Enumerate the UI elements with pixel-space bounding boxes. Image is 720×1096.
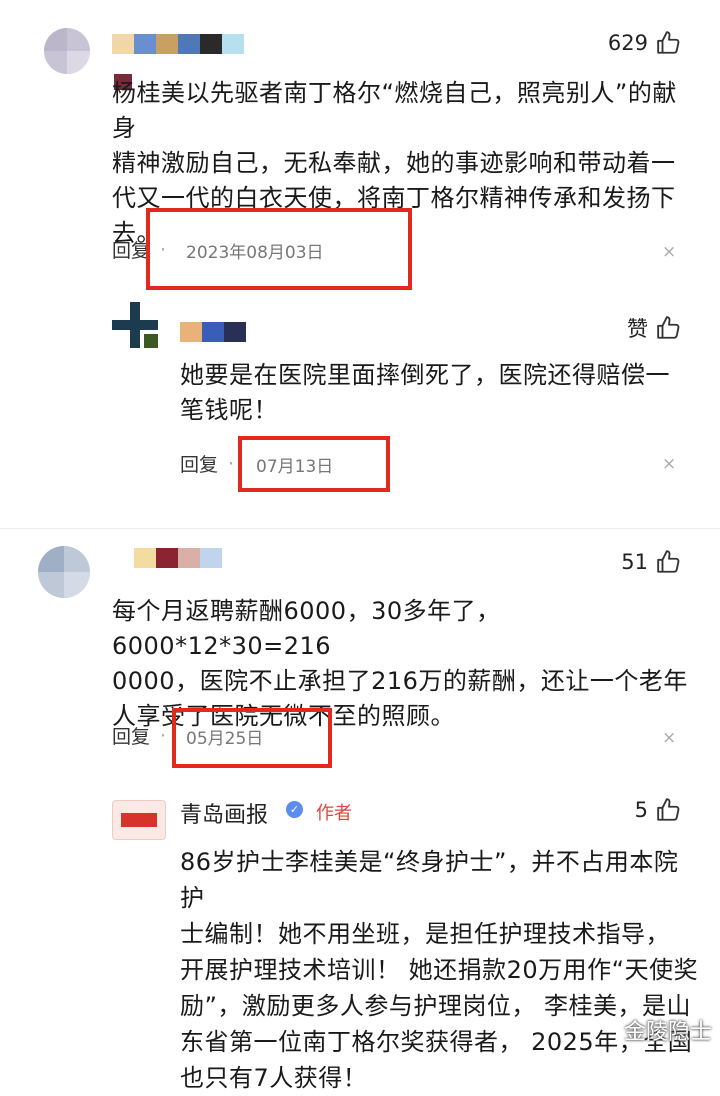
comment-line: 励”，激励更多人参与护理岗位， 李桂美，是山 — [180, 992, 692, 1020]
separator-dot: · — [228, 452, 235, 475]
like-count[interactable]: 5 — [635, 797, 682, 823]
author-avatar[interactable] — [112, 800, 166, 840]
comment-line: 士编制！她不用坐班，是担任护理技术指导， — [180, 920, 670, 948]
comment-line: 东省第一位南丁格尔奖获得者， 2025年，全国 — [180, 1028, 693, 1056]
comment-line: 精神激励自己，无私奉献，她的事迹影响和带动着一 — [112, 149, 676, 177]
like-count-value: 5 — [634, 798, 648, 822]
highlight-box — [146, 208, 412, 290]
thumbs-up-icon[interactable] — [656, 549, 682, 575]
reply-label: 回复 — [112, 240, 151, 262]
comment-line: 她要是在医院里面摔倒死了，医院还得赔偿一 — [180, 361, 670, 389]
like-count[interactable]: 51 — [621, 549, 682, 575]
reply-button[interactable]: 回复 · — [112, 722, 176, 749]
close-icon[interactable]: × — [662, 728, 676, 748]
username-redacted[interactable] — [180, 322, 246, 342]
reply-text: 86岁护士李桂美是“终身护士”，并不占用本院护 士编制！她不用坐班，是担任护理技… — [180, 844, 700, 1096]
like-count-value: 629 — [607, 31, 648, 55]
close-icon[interactable]: × — [662, 454, 676, 474]
close-icon[interactable]: × — [662, 242, 676, 262]
comment-line: 也只有7人获得！ — [180, 1064, 368, 1092]
thumbs-up-icon[interactable] — [656, 797, 682, 823]
comment-line: 86岁护士李桂美是“终身护士”，并不占用本院护 — [180, 848, 679, 912]
like-count-value: 赞 — [627, 317, 648, 341]
author-badge: 作者 — [316, 803, 352, 824]
reply-button[interactable]: 回复 · — [180, 450, 244, 477]
avatar[interactable] — [44, 28, 90, 74]
comment-line: 杨桂美以先驱者南丁格尔“燃烧自己，照亮别人”的献身 — [112, 79, 677, 142]
comment-line: 笔钱呢！ — [180, 396, 278, 424]
watermark: 金陵隐士 — [623, 1020, 712, 1045]
username-redacted[interactable] — [134, 548, 222, 568]
verified-icon: ✓ — [286, 801, 303, 818]
username-redacted[interactable] — [112, 34, 244, 54]
highlight-box — [172, 708, 332, 768]
separator-dot: · — [160, 724, 167, 747]
comment-line: 每个月返聘薪酬6000，30多年了，6000*12*30=216 — [112, 597, 501, 660]
divider — [0, 528, 720, 529]
highlight-box — [238, 436, 390, 492]
comment-line: 0000，医院不止承担了216万的薪酬，还让一个老年 — [112, 667, 688, 695]
avatar[interactable] — [112, 302, 158, 348]
reply-label: 回复 — [112, 726, 151, 748]
like-count[interactable]: 629 — [608, 30, 682, 56]
like-count[interactable]: 赞 — [627, 313, 682, 343]
reply-label: 回复 — [180, 454, 219, 476]
avatar[interactable] — [38, 546, 90, 598]
reply-text: 她要是在医院里面摔倒死了，医院还得赔偿一 笔钱呢！ — [180, 358, 680, 428]
like-count-value: 51 — [621, 550, 648, 574]
author-name[interactable]: 青岛画报 — [180, 797, 268, 829]
thumbs-up-icon[interactable] — [656, 30, 682, 56]
thumbs-up-icon[interactable] — [656, 315, 682, 341]
comment-line: 开展护理技术培训！ 她还捐款20万用作“天使奖 — [180, 956, 699, 984]
